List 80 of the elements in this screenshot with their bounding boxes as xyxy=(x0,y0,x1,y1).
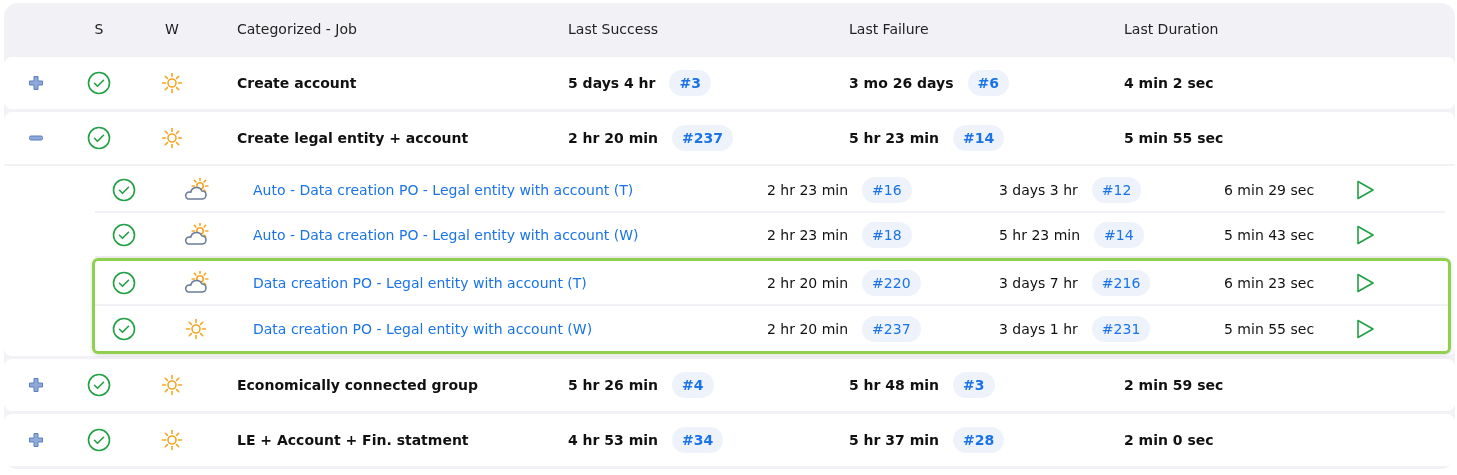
last-success-time: 2 hr 20 min xyxy=(568,130,659,146)
sun-icon xyxy=(160,373,184,397)
column-header: Last Duration xyxy=(1124,20,1219,37)
plus-icon xyxy=(28,75,44,91)
build-number-link[interactable]: #28 xyxy=(953,427,1005,453)
job-link[interactable]: Data creation PO - Legal entity with account (T) xyxy=(239,274,767,291)
duration-text: 5 min 55 sec xyxy=(1224,320,1316,337)
last-success-time: 2 hr 20 min xyxy=(767,320,849,337)
build-number-link[interactable]: #14 xyxy=(953,125,1005,151)
group-name: Create legal entity + account xyxy=(236,130,470,146)
last-failure-time: 3 days 7 hr xyxy=(999,274,1078,291)
column-header: W xyxy=(165,20,179,37)
success-check-icon xyxy=(112,177,136,202)
last-failure-time: 3 mo 26 days xyxy=(849,75,954,91)
last-success-time: 2 hr 23 min xyxy=(767,181,849,198)
job-link[interactable]: Auto - Data creation PO - Legal entity with account (W) xyxy=(239,226,767,243)
last-failure-time: 3 days 1 hr xyxy=(999,320,1078,337)
duration-text: 2 min 59 sec xyxy=(1124,377,1225,393)
build-number-link[interactable]: #12 xyxy=(1091,176,1142,203)
plus-icon xyxy=(28,377,44,393)
last-success-time: 5 days 4 hr xyxy=(568,75,656,91)
job-link[interactable]: Auto - Data creation PO - Legal entity with account (T) xyxy=(239,181,767,198)
last-failure-time: 5 hr 23 min xyxy=(849,130,940,146)
sun-icon xyxy=(184,316,208,341)
cloud-sun-icon xyxy=(182,177,210,202)
success-check-icon xyxy=(112,270,136,295)
expand-button[interactable] xyxy=(28,75,44,91)
last-failure-time: 5 hr 48 min xyxy=(849,377,940,393)
expand-button[interactable] xyxy=(28,432,44,448)
sun-icon xyxy=(160,126,184,150)
sun-icon xyxy=(160,71,184,95)
success-check-icon xyxy=(112,316,136,341)
job-link[interactable]: Data creation PO - Legal entity with account (W) xyxy=(239,320,767,337)
cloud-sun-icon xyxy=(182,270,210,295)
group-name: Create account xyxy=(236,75,358,91)
build-number-link[interactable]: #16 xyxy=(862,176,912,203)
column-header: Categorized - Job xyxy=(236,20,357,37)
build-number-link[interactable]: #34 xyxy=(672,427,724,453)
duration-text: 5 min 43 sec xyxy=(1224,226,1316,243)
duration-text: 4 min 2 sec xyxy=(1124,75,1215,91)
success-check-icon xyxy=(87,428,111,452)
plus-icon xyxy=(28,432,44,448)
success-check-icon xyxy=(112,222,136,247)
column-header: Last Success xyxy=(568,20,658,37)
last-success-time: 2 hr 20 min xyxy=(767,274,849,291)
build-number-link[interactable]: #3 xyxy=(953,372,995,398)
last-failure-time: 5 hr 23 min xyxy=(999,226,1081,243)
build-number-link[interactable]: #3 xyxy=(669,70,711,96)
duration-text: 2 min 0 sec xyxy=(1124,432,1215,448)
last-success-time: 5 hr 26 min xyxy=(568,377,659,393)
build-number-link[interactable]: #237 xyxy=(862,315,921,342)
column-header: S xyxy=(94,20,104,37)
build-number-link[interactable]: #18 xyxy=(862,221,912,248)
run-button[interactable] xyxy=(1354,178,1376,201)
last-success-time: 4 hr 53 min xyxy=(568,432,659,448)
last-failure-time: 5 hr 37 min xyxy=(849,432,940,448)
build-number-link[interactable]: #231 xyxy=(1091,315,1151,342)
build-number-link[interactable]: #4 xyxy=(672,372,714,398)
build-number-link[interactable]: #237 xyxy=(672,125,734,151)
group-name: Economically connected group xyxy=(236,377,480,393)
duration-text: 6 min 23 sec xyxy=(1224,274,1316,291)
build-number-link[interactable]: #220 xyxy=(862,269,921,296)
cloud-sun-icon xyxy=(182,222,210,247)
column-header: Last Failure xyxy=(849,20,929,37)
group-name: LE + Account + Fin. statment xyxy=(236,432,470,448)
duration-text: 6 min 29 sec xyxy=(1224,181,1316,198)
success-check-icon xyxy=(87,71,111,95)
build-number-link[interactable]: #216 xyxy=(1091,269,1151,296)
success-check-icon xyxy=(87,373,111,397)
build-number-link[interactable]: #6 xyxy=(967,70,1010,96)
build-number-link[interactable]: #14 xyxy=(1094,221,1144,248)
success-check-icon xyxy=(87,126,111,150)
run-button[interactable] xyxy=(1354,271,1376,294)
run-button[interactable] xyxy=(1354,317,1376,340)
last-failure-time: 3 days 3 hr xyxy=(999,181,1078,198)
duration-text: 5 min 55 sec xyxy=(1124,130,1225,146)
expand-button[interactable] xyxy=(28,377,44,393)
sun-icon xyxy=(160,428,184,452)
last-success-time: 2 hr 23 min xyxy=(767,226,849,243)
run-button[interactable] xyxy=(1354,223,1376,246)
